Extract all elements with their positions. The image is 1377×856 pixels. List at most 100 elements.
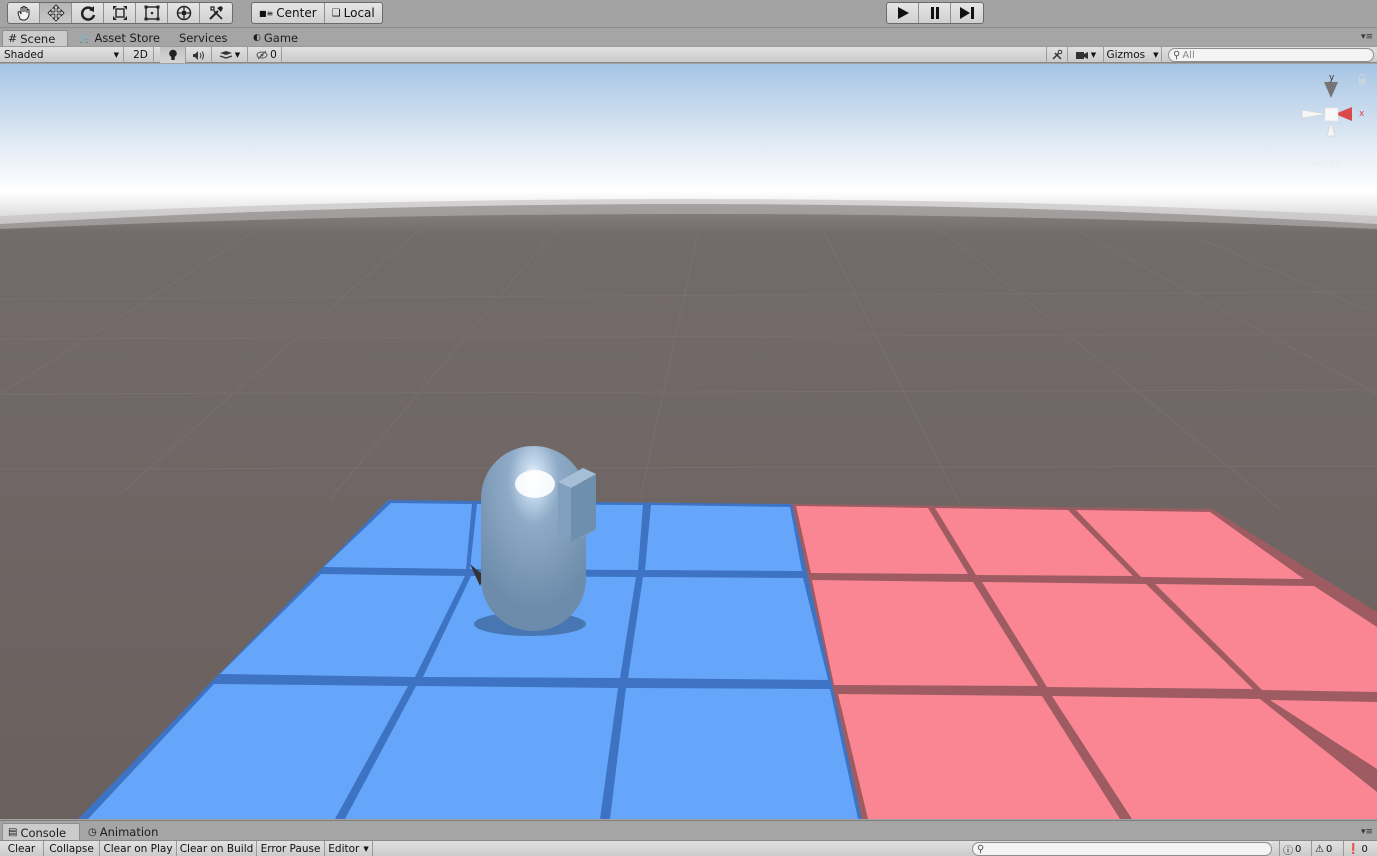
clock-icon: ◷ xyxy=(88,826,97,838)
chevron-down-icon: ▼ xyxy=(113,51,119,59)
warning-icon: ⚠ xyxy=(1315,843,1324,855)
local-cube-icon: ❑ xyxy=(331,7,341,19)
tab-scene-label: Scene xyxy=(20,31,56,46)
hand-icon xyxy=(16,5,29,21)
tab-services[interactable]: Services xyxy=(174,30,233,46)
clear-button[interactable]: Clear xyxy=(0,841,44,856)
custom-tool-button[interactable] xyxy=(200,3,232,23)
clear-on-build-toggle[interactable]: Clear on Build xyxy=(177,841,257,856)
pivot-local-label: Local xyxy=(343,6,375,20)
scene-viewport[interactable]: y x Persp xyxy=(0,64,1377,819)
play-button[interactable] xyxy=(887,3,919,23)
2d-toggle-label: 2D xyxy=(133,49,148,61)
console-tab-menu-icon[interactable]: ▾≡ xyxy=(1361,827,1373,837)
log-count: 0 xyxy=(1295,843,1302,855)
pivot-group: ■≡ Center ❑ Local xyxy=(251,2,383,24)
audio-toggle-button[interactable] xyxy=(186,47,212,63)
search-icon: ⚲ xyxy=(1173,49,1181,61)
tab-asset-store[interactable]: 🛒 Asset Store xyxy=(74,30,165,46)
error-counter-toggle[interactable]: ❗ 0 xyxy=(1343,841,1376,856)
tools-icon xyxy=(1052,49,1063,60)
scene-render xyxy=(0,64,1377,819)
draw-mode-dropdown[interactable]: Shaded ▼ xyxy=(0,47,124,63)
rotate-icon xyxy=(80,6,95,21)
collapse-label: Collapse xyxy=(49,843,94,855)
collapse-toggle[interactable]: Collapse xyxy=(44,841,100,856)
console-icon: ▤ xyxy=(8,827,18,838)
2d-toggle-button[interactable]: 2D xyxy=(128,47,154,63)
main-toolbar: ■≡ Center ❑ Local xyxy=(0,0,1377,28)
gizmo-y-label: y xyxy=(1329,73,1335,83)
rect-tool-button[interactable] xyxy=(136,3,168,23)
chevron-down-icon: ▼ xyxy=(1090,51,1097,59)
editor-tab-strip: # Scene 🛒 Asset Store Services ◐ Game ▾≡ xyxy=(0,29,1377,46)
scene-tools-button[interactable] xyxy=(1046,47,1068,63)
editor-dropdown[interactable]: Editor ▼ xyxy=(325,841,373,856)
step-icon xyxy=(960,7,974,19)
search-placeholder: All xyxy=(1182,49,1195,61)
warning-counter-toggle[interactable]: ⚠ 0 xyxy=(1311,841,1343,856)
warning-count: 0 xyxy=(1325,843,1333,855)
hidden-objects-toggle[interactable]: 0 xyxy=(252,47,282,63)
move-arrows-icon xyxy=(46,4,65,22)
scene-toolbar: Shaded ▼ 2D ▼ 0 ▼ Gizmos ▼ ⚲ All xyxy=(0,46,1377,63)
rect-transform-icon xyxy=(144,5,159,21)
error-count: 0 xyxy=(1361,843,1368,855)
tab-scene[interactable]: # Scene xyxy=(2,30,68,46)
transform-tool-button[interactable] xyxy=(168,3,200,23)
chevron-down-icon: ▼ xyxy=(234,51,241,59)
pivot-center-icon: ■≡ xyxy=(259,8,274,18)
scene-search-input[interactable]: ⚲ All xyxy=(1168,48,1374,62)
draw-mode-label: Shaded xyxy=(4,49,44,61)
info-icon: ⓘ xyxy=(1283,845,1293,856)
tab-game-label: Game xyxy=(263,31,299,45)
effects-icon xyxy=(219,50,233,59)
step-button[interactable] xyxy=(951,3,983,23)
chevron-down-icon: ▼ xyxy=(363,845,369,853)
tab-animation[interactable]: ◷ Animation xyxy=(83,823,163,841)
clear-on-play-toggle[interactable]: Clear on Play xyxy=(100,841,177,856)
error-pause-label: Error Pause xyxy=(260,843,321,855)
tab-console-label: Console xyxy=(20,825,67,840)
tab-menu-icon[interactable]: ▾≡ xyxy=(1361,32,1373,42)
game-pacman-icon: ◐ xyxy=(253,33,261,43)
error-pause-toggle[interactable]: Error Pause xyxy=(257,841,325,856)
clear-label: Clear xyxy=(7,843,36,855)
projection-label[interactable]: Persp xyxy=(1312,158,1342,170)
hand-tool-button[interactable] xyxy=(8,3,40,23)
tab-console[interactable]: ▤ Console xyxy=(2,823,80,841)
camera-icon xyxy=(1075,52,1088,59)
console-toolbar: Clear Collapse Clear on Play Clear on Bu… xyxy=(0,840,1377,856)
console-search-input[interactable]: ⚲ xyxy=(972,842,1272,856)
clear-on-build-label: Clear on Build xyxy=(179,843,254,855)
playback-group xyxy=(886,2,984,24)
camera-settings-dropdown[interactable]: ▼ xyxy=(1068,47,1104,63)
play-icon xyxy=(897,7,909,19)
tab-game[interactable]: ◐ Game xyxy=(248,30,303,46)
pivot-local-button[interactable]: ❑ Local xyxy=(325,3,382,23)
asset-store-icon: 🛒 xyxy=(79,32,92,44)
pivot-center-button[interactable]: ■≡ Center xyxy=(252,3,325,23)
chevron-down-icon: ▼ xyxy=(1153,51,1159,59)
hidden-count: 0 xyxy=(270,49,277,61)
pause-button[interactable] xyxy=(919,3,951,23)
editor-label: Editor xyxy=(328,843,360,855)
rotate-tool-button[interactable] xyxy=(72,3,104,23)
tab-services-label: Services xyxy=(179,31,228,45)
error-icon: ❗ xyxy=(1347,843,1360,855)
search-icon: ⚲ xyxy=(977,843,985,855)
tab-asset-store-label: Asset Store xyxy=(94,31,160,45)
tools-icon xyxy=(209,6,223,20)
transform-tools-group xyxy=(7,2,233,24)
lock-icon[interactable] xyxy=(1357,74,1367,86)
log-counter-toggle[interactable]: ⓘ 0 xyxy=(1279,841,1311,856)
speaker-icon xyxy=(193,50,204,60)
console-tab-strip: ▤ Console ◷ Animation ▾≡ xyxy=(0,820,1377,841)
effects-dropdown[interactable]: ▼ xyxy=(212,47,248,63)
gizmo-x-label: x xyxy=(1359,109,1365,119)
gizmos-dropdown[interactable]: Gizmos ▼ xyxy=(1104,47,1162,63)
scale-icon xyxy=(112,6,127,20)
lighting-toggle-button[interactable] xyxy=(160,47,186,63)
move-tool-button[interactable] xyxy=(40,3,72,23)
scale-tool-button[interactable] xyxy=(104,3,136,23)
